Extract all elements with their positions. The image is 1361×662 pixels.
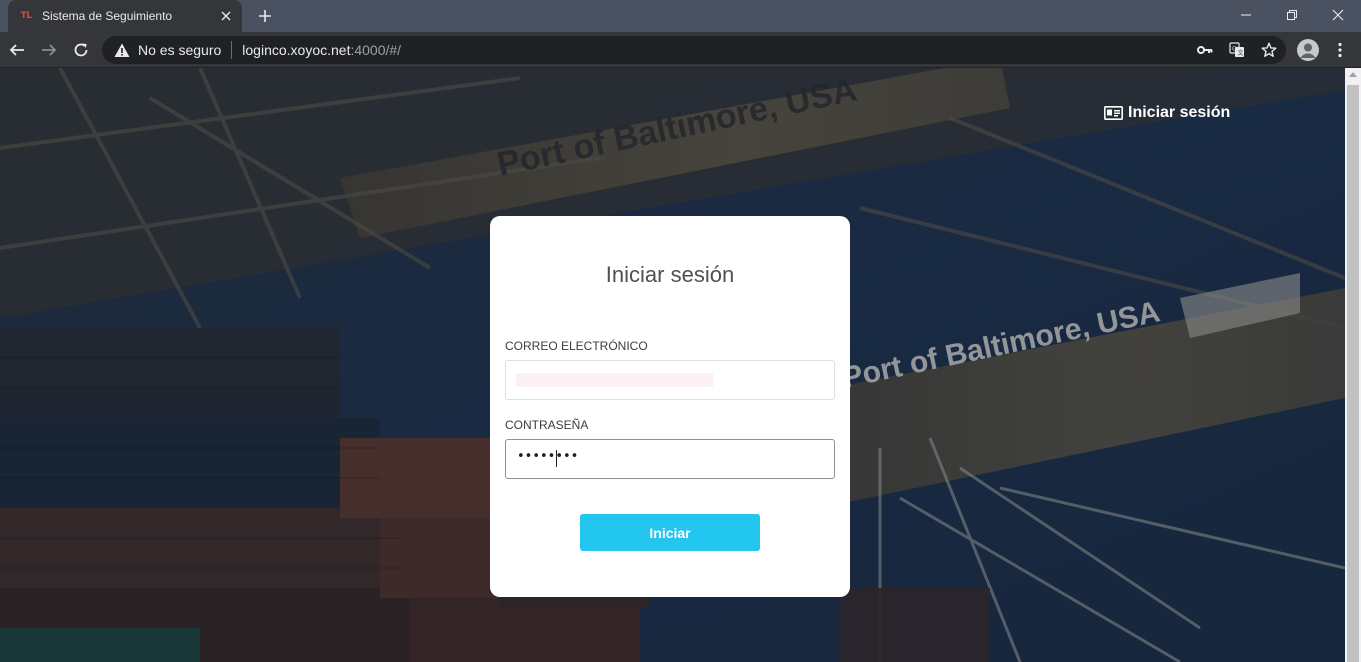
new-tab-icon[interactable]	[254, 5, 276, 27]
password-label: CONTRASEÑA	[505, 418, 589, 432]
url-host: loginco.xoyoc.net	[242, 42, 351, 58]
star-icon[interactable]	[1260, 41, 1278, 59]
url-path: :4000/#/	[350, 42, 402, 58]
tab-close-icon[interactable]	[218, 8, 234, 24]
page-scrollbar[interactable]	[1345, 68, 1361, 662]
page-viewport: Port of Baltimore, USA Port of Baltimore…	[0, 68, 1345, 662]
browser-toolbar: No es seguro loginco.xoyoc.net :4000/#/ …	[0, 32, 1361, 68]
address-divider	[231, 41, 233, 59]
login-title: Iniciar sesión	[605, 262, 735, 287]
scroll-thumb[interactable]	[1347, 85, 1359, 662]
security-status[interactable]: No es seguro	[138, 42, 221, 58]
key-icon[interactable]	[1196, 41, 1214, 59]
svg-text:G: G	[1232, 46, 1237, 53]
menu-icon[interactable]	[1330, 39, 1350, 61]
browser-tab[interactable]: TL Sistema de Seguimiento	[8, 0, 242, 32]
scroll-up-arrow-icon[interactable]	[1349, 72, 1357, 77]
text-caret	[556, 450, 557, 467]
forward-icon[interactable]	[36, 37, 62, 63]
login-card: Iniciar sesión CORREO ELECTRÓNICO CONTRA…	[490, 216, 850, 597]
account-icon[interactable]	[1297, 39, 1319, 61]
header-login-link[interactable]: Iniciar sesión	[1104, 104, 1230, 122]
id-card-icon	[1104, 106, 1123, 120]
login-button[interactable]: Iniciar	[580, 514, 760, 551]
email-label: CORREO ELECTRÓNICO	[505, 339, 648, 353]
back-icon[interactable]	[4, 37, 30, 63]
site-favicon-icon: TL	[20, 11, 32, 21]
password-mask: ••••••••	[517, 449, 579, 464]
email-autofill-highlight	[516, 373, 713, 387]
restore-icon[interactable]	[1269, 0, 1315, 30]
reload-icon[interactable]	[68, 37, 94, 63]
close-window-icon[interactable]	[1315, 0, 1361, 30]
header-login-label: Iniciar sesión	[1128, 104, 1231, 121]
tab-title: Sistema de Seguimiento	[42, 9, 173, 23]
tab-strip: TL Sistema de Seguimiento	[0, 0, 1361, 32]
address-bar[interactable]: No es seguro loginco.xoyoc.net :4000/#/ …	[102, 36, 1286, 64]
minimize-icon[interactable]	[1223, 0, 1269, 30]
translate-icon[interactable]: G文	[1228, 41, 1246, 59]
warning-icon[interactable]	[114, 43, 130, 58]
svg-text:文: 文	[1238, 49, 1244, 57]
